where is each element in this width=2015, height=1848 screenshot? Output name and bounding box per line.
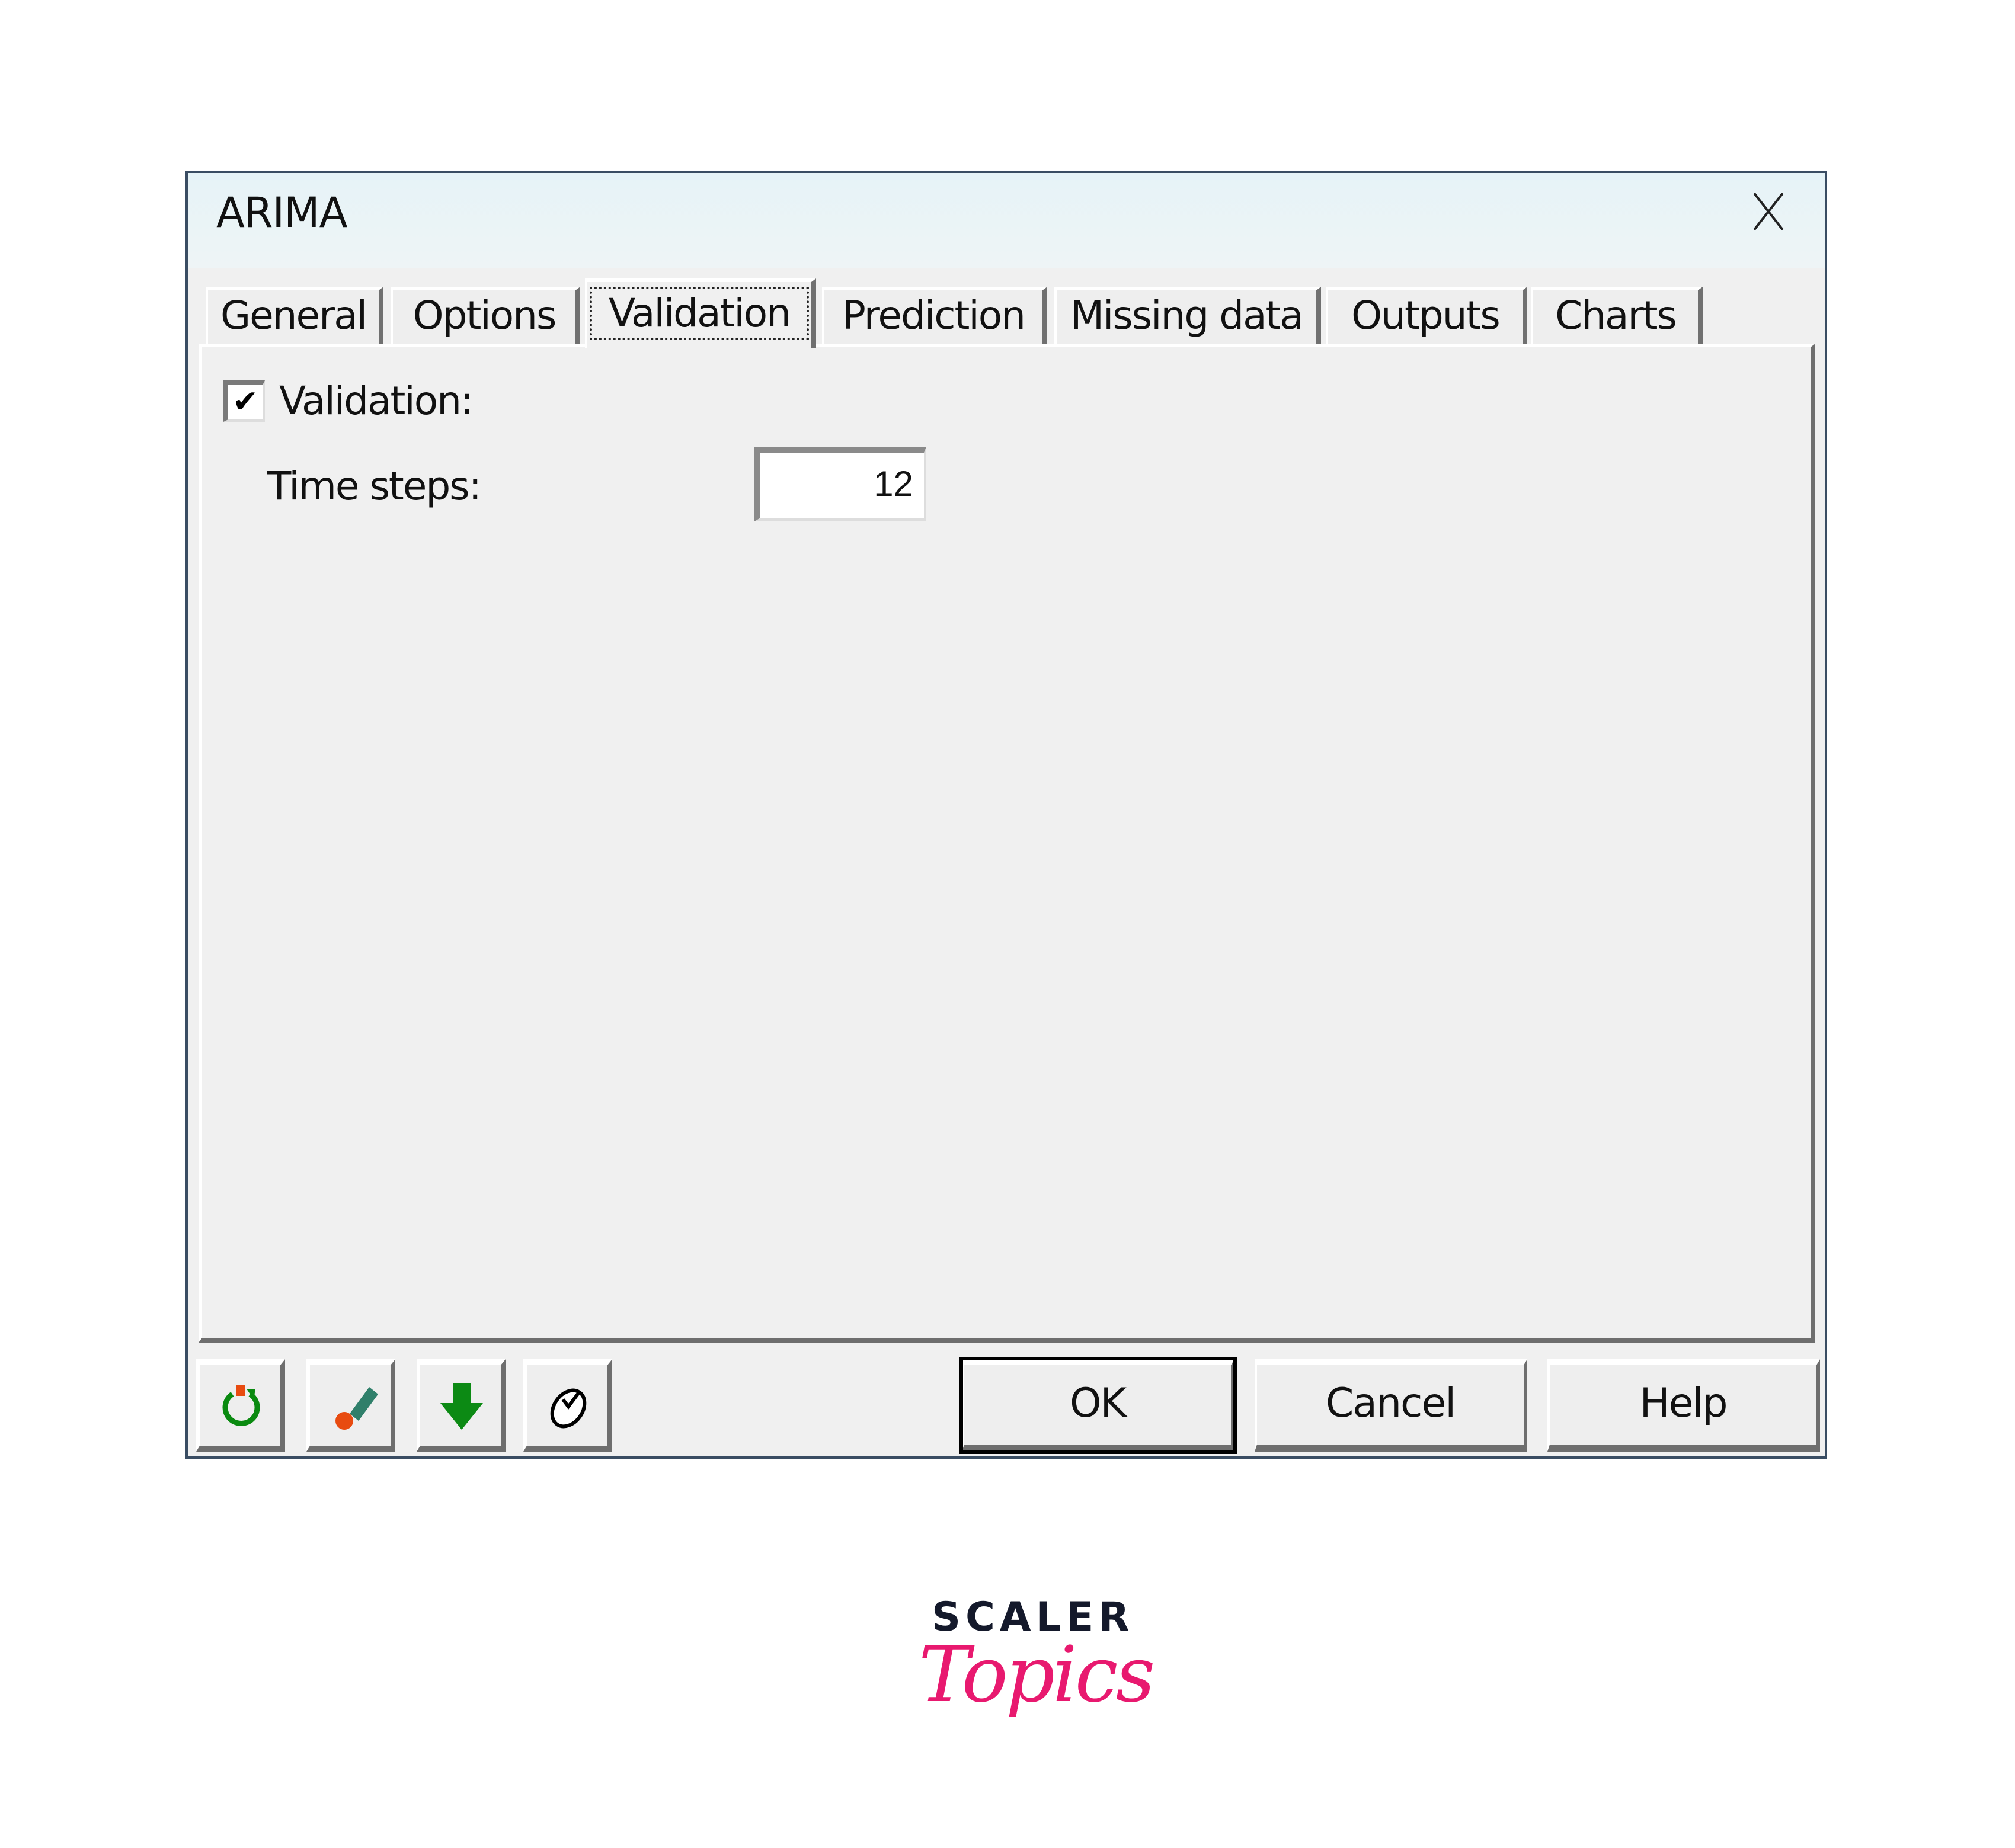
mouse-icon: [550, 1388, 587, 1429]
close-icon[interactable]: [1748, 191, 1789, 232]
eraser-icon: [335, 1387, 378, 1430]
tab-validation[interactable]: Validation: [585, 278, 816, 348]
validation-panel: ✔ Validation: Time steps: 12: [199, 344, 1815, 1343]
validation-checkbox-label: Validation:: [279, 378, 474, 424]
time-steps-label: Time steps:: [267, 463, 482, 509]
tab-options[interactable]: Options: [391, 287, 580, 344]
mouse-button[interactable]: [523, 1359, 612, 1452]
ok-button[interactable]: OK: [959, 1357, 1237, 1454]
window-title: ARIMA: [216, 188, 347, 237]
reset-button[interactable]: [196, 1359, 285, 1452]
logo-topics-text: Topics: [919, 1629, 1155, 1719]
time-steps-input[interactable]: 12: [754, 447, 926, 521]
help-button[interactable]: Help: [1547, 1359, 1820, 1452]
validation-checkbox[interactable]: ✔: [223, 380, 265, 422]
cancel-button[interactable]: Cancel: [1255, 1359, 1527, 1452]
down-button[interactable]: [417, 1359, 506, 1452]
arima-dialog: ARIMA General Options Validation Predict…: [185, 171, 1827, 1459]
tab-general[interactable]: General: [206, 287, 383, 344]
tab-outputs[interactable]: Outputs: [1326, 287, 1527, 344]
scaler-topics-logo: SCALER Topics: [907, 1594, 1155, 1748]
tab-prediction[interactable]: Prediction: [822, 287, 1047, 344]
tab-charts[interactable]: Charts: [1531, 287, 1703, 344]
title-bar: ARIMA: [188, 173, 1825, 268]
down-arrow-icon: [440, 1383, 483, 1430]
clear-button[interactable]: [306, 1359, 395, 1452]
reset-icon: [222, 1385, 260, 1426]
tab-missing-data[interactable]: Missing data: [1054, 287, 1321, 344]
tab-validation-label: Validation: [590, 287, 809, 340]
